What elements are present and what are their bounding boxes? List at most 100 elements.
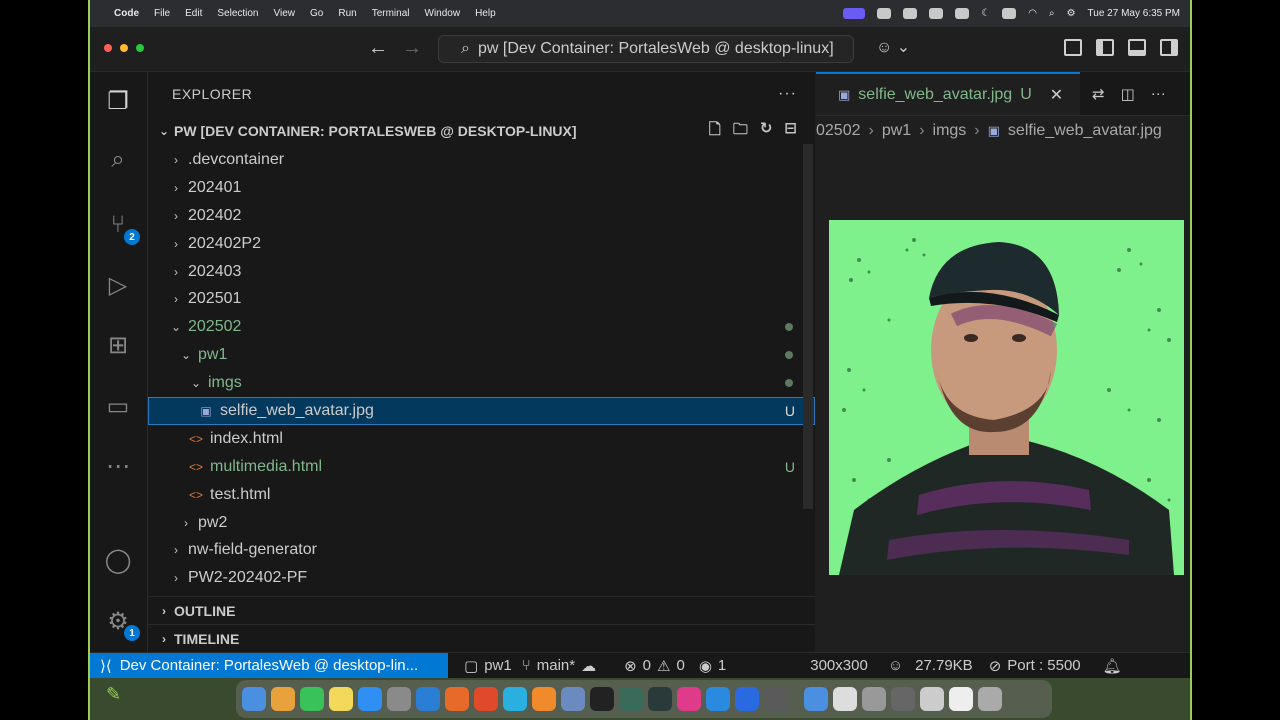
source-control-icon[interactable]: ⑂ 2 <box>102 209 140 245</box>
recent-window-icon[interactable] <box>891 687 915 711</box>
toggle-secondary-sidebar-icon[interactable] <box>1160 39 1178 56</box>
tray-icon[interactable] <box>955 8 970 19</box>
facetime-icon[interactable] <box>300 687 324 711</box>
slack-icon[interactable] <box>677 687 701 711</box>
menu-edit[interactable]: Edit <box>185 8 202 19</box>
brave-icon[interactable] <box>474 687 498 711</box>
tree-item-pw2-202402-pf[interactable]: › PW2-202402-PF <box>148 564 815 592</box>
tree-item-nw-field-generator[interactable]: › nw-field-generator <box>148 536 815 564</box>
recent-window-icon[interactable] <box>949 687 973 711</box>
docker-icon[interactable] <box>706 687 730 711</box>
search-icon[interactable]: ⌕ <box>102 144 134 176</box>
run-debug-icon[interactable]: ▷ <box>102 269 134 301</box>
battery-icon[interactable] <box>1002 8 1017 19</box>
collapse-all-icon[interactable]: ⊟ <box>784 119 797 144</box>
compare-changes-icon[interactable]: ⇄ <box>1092 85 1105 103</box>
refresh-icon[interactable]: ↻ <box>760 119 773 144</box>
recent-window-icon[interactable] <box>920 687 944 711</box>
tree-item-imgs[interactable]: ⌄ imgs <box>148 369 815 397</box>
minimize-window-button[interactable] <box>120 44 128 52</box>
menu-go[interactable]: Go <box>310 8 323 19</box>
menu-selection[interactable]: Selection <box>217 8 258 19</box>
timeline-section[interactable]: › TIMELINE <box>148 624 815 652</box>
toggle-sidebar-icon[interactable] <box>1096 39 1114 56</box>
extensions-icon[interactable]: ⊞ <box>102 329 134 361</box>
books-icon[interactable] <box>532 687 556 711</box>
tree-item-devcontainer[interactable]: › .devcontainer <box>148 146 815 174</box>
tray-icon[interactable] <box>929 8 944 19</box>
close-window-button[interactable] <box>104 44 112 52</box>
image-preview[interactable] <box>829 220 1184 575</box>
copilot-status[interactable]: ☺ <box>888 657 903 674</box>
customize-layout-icon[interactable] <box>1064 39 1082 56</box>
toggle-panel-icon[interactable] <box>1128 39 1146 56</box>
activity-monitor-icon[interactable] <box>648 687 672 711</box>
spotlight-icon[interactable]: ⌕ <box>1049 8 1055 19</box>
breadcrumb-item[interactable]: 02502 <box>816 122 861 140</box>
screen-record-icon[interactable] <box>843 8 866 19</box>
firefox-icon[interactable] <box>445 687 469 711</box>
moon-icon[interactable]: ☾ <box>981 8 990 19</box>
edge-icon[interactable] <box>503 687 527 711</box>
tree-item-index-html[interactable]: <> index.html <box>148 425 815 453</box>
menu-file[interactable]: File <box>154 8 170 19</box>
tree-item-pw2[interactable]: › pw2 <box>148 509 815 537</box>
settings-app-icon[interactable] <box>387 687 411 711</box>
tree-item-202403[interactable]: › 202403 <box>148 258 815 286</box>
notes-icon[interactable] <box>329 687 353 711</box>
breadcrumb-item[interactable]: imgs <box>933 122 967 140</box>
notifications-bell[interactable]: 🔔︎ <box>1103 657 1122 675</box>
more-icon[interactable]: ⋯ <box>102 450 134 482</box>
command-center[interactable]: ⌕ pw [Dev Container: PortalesWeb @ deskt… <box>438 35 854 63</box>
remote-indicator[interactable]: ⟩⟨ Dev Container: PortalesWeb @ desktop-… <box>90 653 448 678</box>
folder-status[interactable]: ▢ pw1 <box>464 657 512 675</box>
tree-item-202501[interactable]: › 202501 <box>148 285 815 313</box>
problems-status[interactable]: ⊗ 0 ⚠ 0 <box>624 657 685 675</box>
split-editor-icon[interactable]: ◫ <box>1121 85 1135 103</box>
zoom-tray-icon[interactable] <box>877 8 892 19</box>
back-arrow-icon[interactable]: ← <box>368 37 388 60</box>
tree-item-202502[interactable]: ⌄ 202502 <box>148 313 815 341</box>
tree-item-202402p2[interactable]: › 202402P2 <box>148 230 815 258</box>
maximize-window-button[interactable] <box>136 44 144 52</box>
chrome-icon[interactable] <box>764 687 788 711</box>
new-folder-icon[interactable]: 🗀 <box>733 119 748 144</box>
zoom-icon[interactable] <box>735 687 759 711</box>
app-icon[interactable] <box>619 687 643 711</box>
workspace-root[interactable]: ⌄ PW [DEV CONTAINER: PORTALESWEB @ DESKT… <box>148 116 815 146</box>
app-store-icon[interactable] <box>358 687 382 711</box>
control-center-icon[interactable]: ⚙ <box>1067 8 1076 19</box>
menu-terminal[interactable]: Terminal <box>372 8 410 19</box>
tab-selfie-web-avatar[interactable]: ▣ selfie_web_avatar.jpg U ✕ <box>816 72 1080 115</box>
menu-view[interactable]: View <box>274 8 296 19</box>
sidebar-scrollbar[interactable] <box>803 144 813 509</box>
copilot-icon[interactable]: ☺ ⌄ <box>876 37 910 57</box>
breadcrumb-item[interactable]: selfie_web_avatar.jpg <box>1008 122 1162 140</box>
outline-section[interactable]: › OUTLINE <box>148 596 815 624</box>
wifi-icon[interactable]: ◠ <box>1028 8 1037 19</box>
more-actions-icon[interactable]: ··· <box>1151 85 1166 102</box>
menubar-clock[interactable]: Tue 27 May 6:35 PM <box>1088 8 1180 19</box>
close-icon[interactable]: ✕ <box>1050 85 1063 105</box>
menu-help[interactable]: Help <box>475 8 496 19</box>
tree-item-multimedia-html[interactable]: <> multimedia.html U <box>148 453 815 481</box>
menu-app[interactable]: Code <box>114 8 139 19</box>
new-file-icon[interactable]: 🗋 <box>709 119 721 144</box>
vscode-icon[interactable] <box>416 687 440 711</box>
finder-icon[interactable] <box>242 687 266 711</box>
gear-icon[interactable]: ⚙ 1 <box>102 605 140 641</box>
terminal-icon[interactable] <box>590 687 614 711</box>
recent-window-icon[interactable] <box>862 687 886 711</box>
live-server-port[interactable]: ⊘ Port : 5500 <box>989 657 1081 675</box>
ports-status[interactable]: ◉ 1 <box>699 657 726 675</box>
photos-icon[interactable] <box>271 687 295 711</box>
menu-window[interactable]: Window <box>425 8 461 19</box>
recent-window-icon[interactable] <box>833 687 857 711</box>
forward-arrow-icon[interactable]: → <box>402 37 422 60</box>
tree-item-selfie-web-avatar[interactable]: ▣ selfie_web_avatar.jpg U <box>148 397 815 425</box>
explorer-icon[interactable]: ❐ <box>102 85 134 117</box>
tree-item-pw1[interactable]: ⌄ pw1 <box>148 341 815 369</box>
breadcrumb-item[interactable]: pw1 <box>882 122 911 140</box>
branch-status[interactable]: ⑂ main* ☁ <box>522 657 596 675</box>
tree-item-202402[interactable]: › 202402 <box>148 202 815 230</box>
